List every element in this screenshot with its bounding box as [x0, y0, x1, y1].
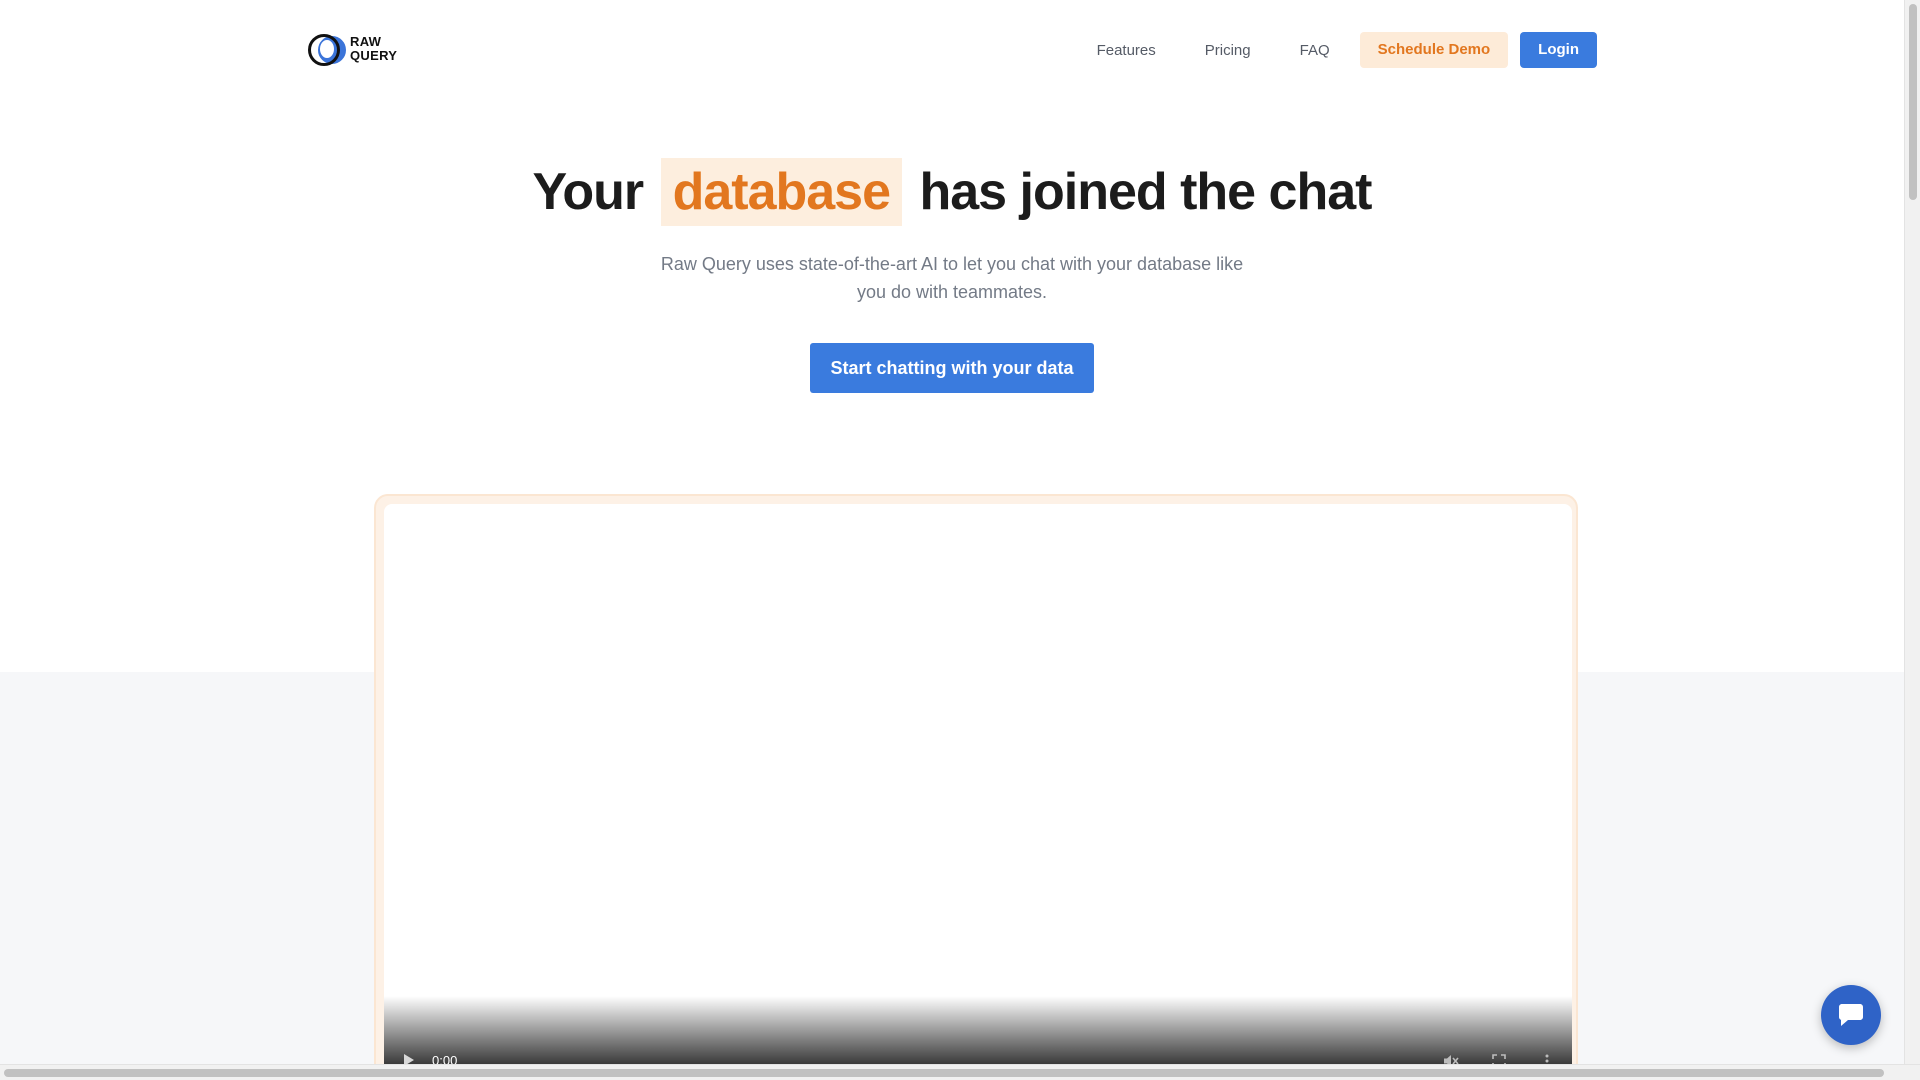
hero-title: Your database has joined the chat: [0, 158, 1904, 226]
video-frame: 0:00: [374, 494, 1578, 1064]
nav-link-faq[interactable]: FAQ: [1300, 42, 1330, 59]
nav-link-features[interactable]: Features: [1097, 42, 1156, 59]
login-button[interactable]: Login: [1520, 32, 1597, 68]
fullscreen-icon[interactable]: [1490, 1052, 1508, 1064]
hero-title-highlight: database: [660, 158, 903, 226]
play-icon[interactable]: [404, 1054, 414, 1064]
logo-icon: [308, 34, 346, 66]
video-controls: 0:00: [384, 996, 1572, 1064]
hero-title-start: Your: [532, 163, 645, 221]
logo-text-line1: RAW: [350, 34, 382, 49]
site-header: RAW QUERY Features Pricing FAQ Schedule …: [0, 0, 1904, 100]
video-time: 0:00: [432, 1053, 458, 1064]
demo-video[interactable]: 0:00: [384, 504, 1572, 1064]
horizontal-scrollbar[interactable]: [0, 1064, 1920, 1080]
schedule-demo-button[interactable]: Schedule Demo: [1359, 32, 1509, 68]
hero-subtitle: Raw Query uses state-of-the-art AI to le…: [660, 254, 1244, 302]
page: RAW QUERY Features Pricing FAQ Schedule …: [0, 0, 1920, 1080]
vertical-scrollbar[interactable]: [1904, 0, 1920, 1064]
horizontal-scrollbar-thumb[interactable]: [4, 1069, 1884, 1077]
browser-viewport: RAW QUERY Features Pricing FAQ Schedule …: [0, 0, 1904, 1064]
nav-link-pricing[interactable]: Pricing: [1205, 42, 1251, 59]
vertical-scrollbar-thumb[interactable]: [1909, 4, 1917, 200]
hero-title-end: has joined the chat: [919, 163, 1372, 221]
chat-bubble-icon[interactable]: [1821, 985, 1881, 1045]
more-options-icon[interactable]: [1538, 1052, 1556, 1064]
top-nav: Features Pricing FAQ Schedule Demo Login: [1097, 32, 1597, 68]
logo[interactable]: RAW QUERY: [308, 34, 397, 66]
start-chatting-button[interactable]: Start chatting with your data: [810, 343, 1094, 393]
logo-text-line2: QUERY: [350, 48, 398, 63]
logo-wordmark: RAW QUERY: [350, 35, 397, 63]
muted-speaker-icon[interactable]: [1442, 1052, 1460, 1064]
